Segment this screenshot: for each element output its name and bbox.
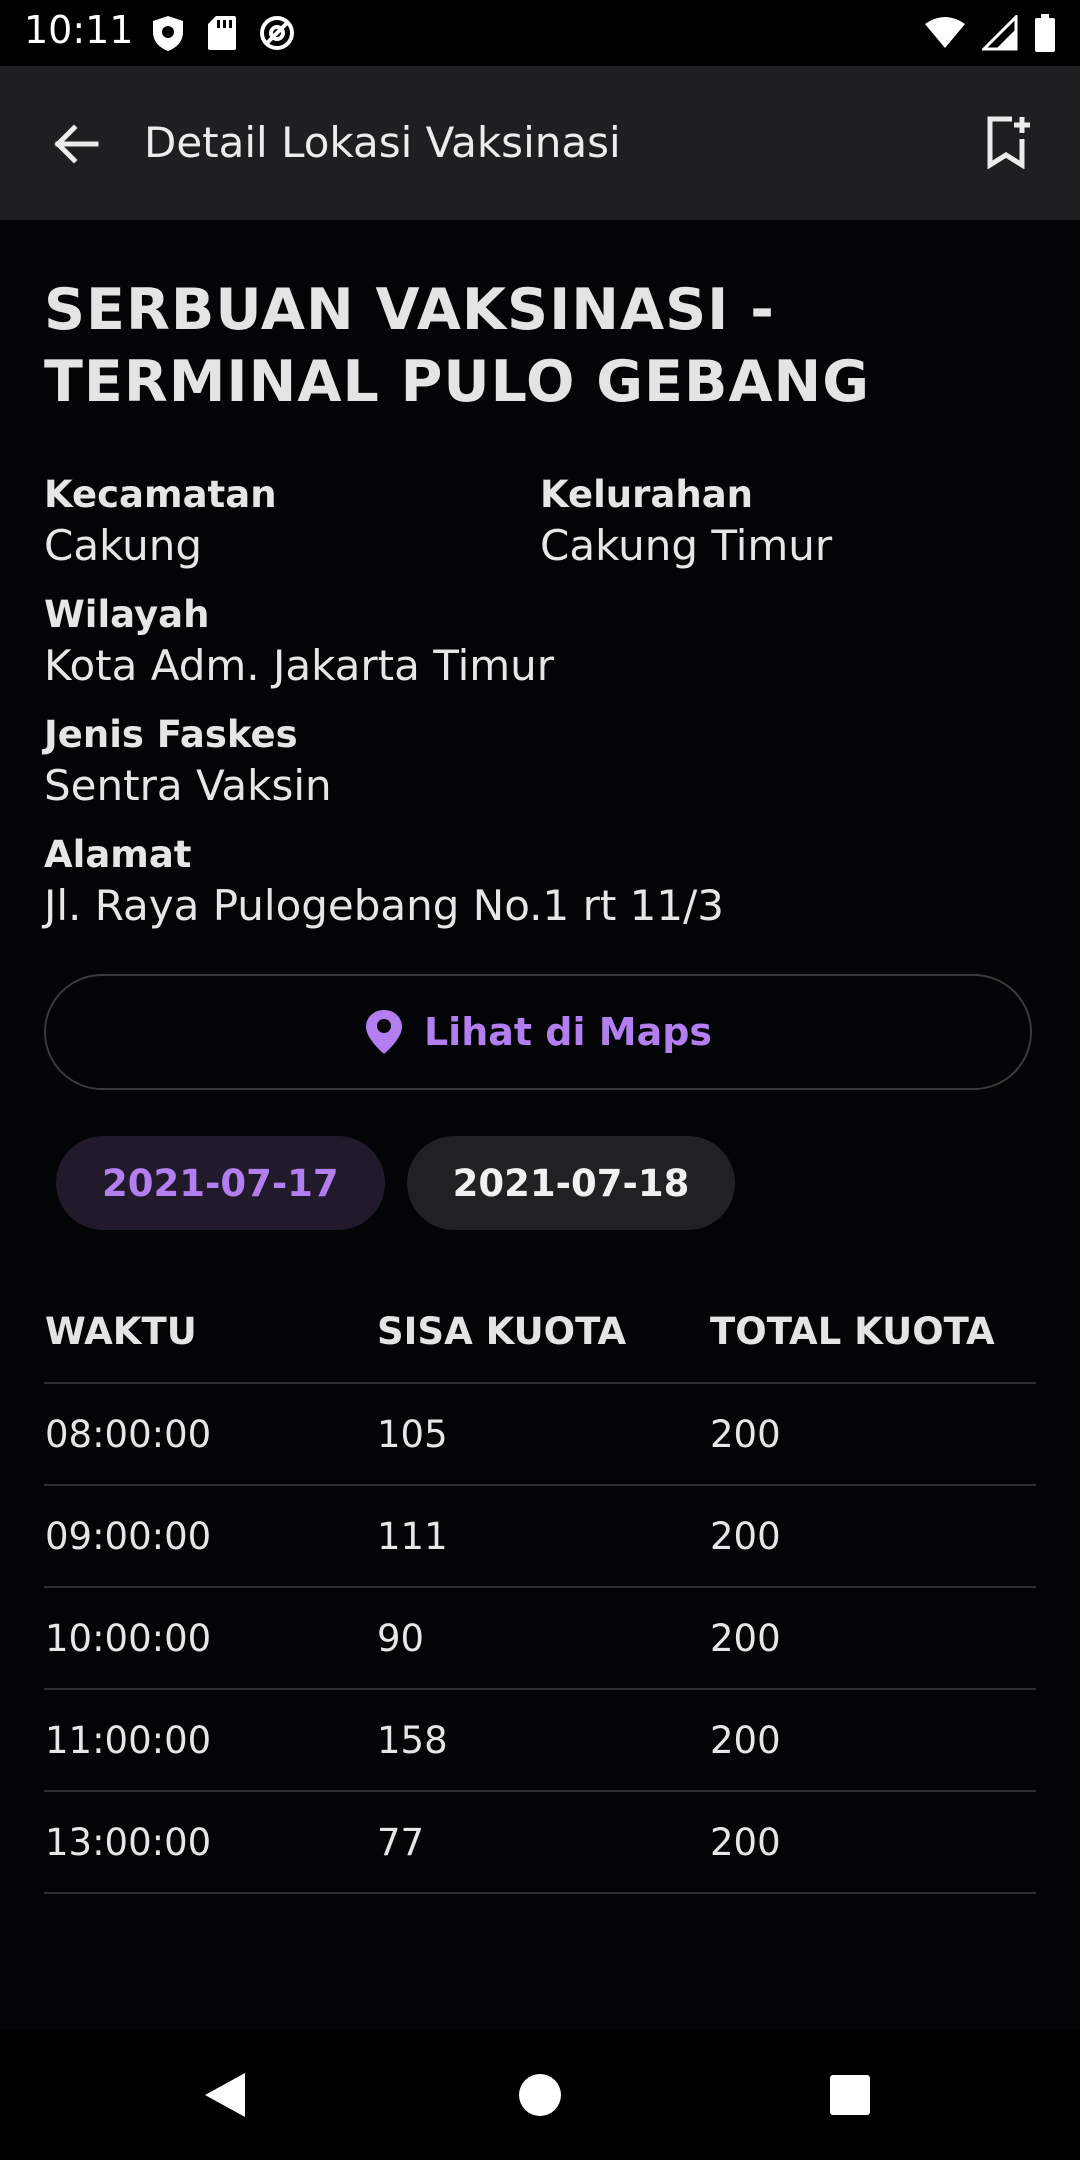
location-pin-icon [365,1010,402,1054]
district-row: Kecamatan Cakung Kelurahan Cakung Timur [44,472,1036,574]
column-header-waktu: WAKTU [45,1309,197,1353]
column-header-total-kuota: TOTAL KUOTA [710,1309,995,1353]
at-sign-icon [260,16,294,50]
remaining-quota-cell: 77 [377,1820,425,1864]
signal-icon [982,15,1018,51]
system-nav-bar [0,2030,1080,2160]
time-cell: 10:00:00 [45,1616,212,1660]
status-system-icons [924,14,1056,52]
total-quota-cell: 200 [710,1820,781,1864]
time-cell: 11:00:00 [45,1718,212,1762]
view-on-maps-button[interactable]: Lihat di Maps [44,974,1032,1090]
kelurahan-label: Kelurahan [540,473,754,516]
table-row: 08:00:00 105 200 [44,1383,1036,1485]
time-cell: 13:00:00 [45,1820,212,1864]
total-quota-cell: 200 [710,1718,781,1762]
alamat-block: Alamat Jl. Raya Pulogebang No.1 rt 11/3 [44,832,1036,934]
nav-back-button[interactable] [190,2060,260,2130]
battery-icon [1035,14,1055,52]
view-on-maps-label: Lihat di Maps [423,1010,713,1054]
column-header-sisa-kuota: SISA KUOTA [377,1309,627,1353]
nav-recents-button[interactable] [815,2060,885,2130]
location-name: SERBUAN VAKSINASI - TERMINAL PULO GEBANG [44,277,871,415]
time-cell: 09:00:00 [45,1514,212,1558]
kecamatan-block: Kecamatan Cakung [44,472,540,574]
remaining-quota-cell: 90 [377,1616,425,1660]
shield-icon [153,16,183,51]
kecamatan-value: Cakung [44,521,202,570]
kelurahan-value: Cakung Timur [540,521,833,570]
time-cell: 08:00:00 [45,1412,212,1456]
date-chips: 2021-07-17 2021-07-18 [56,1136,1036,1230]
alamat-label: Alamat [44,833,192,876]
location-detail: SERBUAN VAKSINASI - TERMINAL PULO GEBANG… [44,220,1036,1894]
total-quota-cell: 200 [710,1616,781,1660]
kecamatan-label: Kecamatan [44,473,277,516]
table-header-row: WAKTU SISA KUOTA TOTAL KUOTA [44,1280,1036,1383]
table-row: 09:00:00 111 200 [44,1485,1036,1587]
arrow-back-icon [54,124,99,164]
status-notification-icons [150,14,296,52]
schedule-table: WAKTU SISA KUOTA TOTAL KUOTA 08:00:00 10… [44,1280,1036,1894]
sd-card-icon [208,16,236,50]
status-time: 10:11 [24,8,134,52]
table-row: 11:00:00 158 200 [44,1689,1036,1791]
back-triangle-icon [205,2073,245,2117]
alamat-value: Jl. Raya Pulogebang No.1 rt 11/3 [44,881,724,930]
wifi-icon [925,17,965,48]
total-quota-cell: 200 [710,1514,781,1558]
date-chip-selected[interactable]: 2021-07-17 [56,1136,385,1230]
app-bar: Detail Lokasi Vaksinasi [0,66,1080,220]
kelurahan-block: Kelurahan Cakung Timur [540,472,1036,574]
page-title: Detail Lokasi Vaksinasi [144,118,621,167]
remaining-quota-cell: 111 [377,1514,448,1558]
home-circle-icon [519,2074,561,2116]
table-row: 10:00:00 90 200 [44,1587,1036,1689]
wilayah-value: Kota Adm. Jakarta Timur [44,641,555,690]
remaining-quota-cell: 105 [377,1412,448,1456]
bookmark-add-button[interactable] [972,106,1044,178]
wilayah-block: Wilayah Kota Adm. Jakarta Timur [44,592,1036,694]
date-chip[interactable]: 2021-07-18 [406,1136,736,1230]
status-bar: 10:11 [0,0,1080,66]
faskes-value: Sentra Vaksin [44,761,332,810]
back-button[interactable] [40,108,112,180]
recents-square-icon [830,2075,870,2115]
table-row: 13:00:00 77 200 [44,1791,1036,1893]
faskes-label: Jenis Faskes [44,713,298,756]
remaining-quota-cell: 158 [377,1718,448,1762]
wilayah-label: Wilayah [44,593,210,636]
bookmark-add-icon [987,116,1030,169]
faskes-block: Jenis Faskes Sentra Vaksin [44,712,1036,814]
total-quota-cell: 200 [710,1412,781,1456]
nav-home-button[interactable] [505,2060,575,2130]
